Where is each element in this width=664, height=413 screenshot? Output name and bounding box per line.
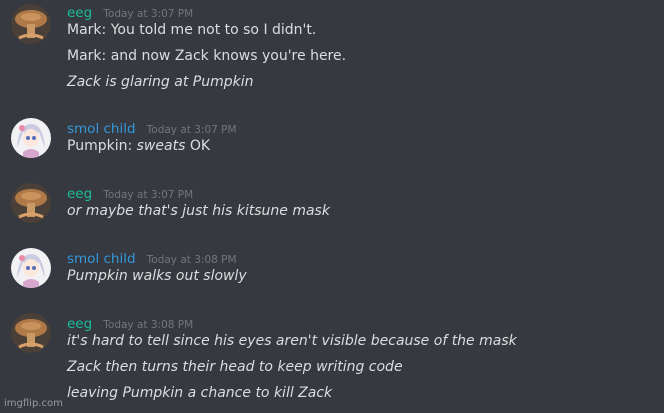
username[interactable]: eeg [67, 5, 92, 21]
user-avatar[interactable] [11, 248, 51, 288]
message-header: smol child Today at 3:07 PM [67, 118, 237, 137]
timestamp: Today at 3:07 PM [103, 8, 194, 20]
timestamp: Today at 3:08 PM [103, 319, 194, 331]
message-header: eeg Today at 3:08 PM [67, 313, 194, 332]
username[interactable]: smol child [67, 251, 136, 267]
message-header: eeg Today at 3:07 PM [67, 183, 194, 202]
user-avatar[interactable] [11, 183, 51, 223]
message-text: Pumpkin: sweats OK [67, 138, 211, 154]
message-text: Zack is glaring at Pumpkin [67, 74, 254, 90]
mushroom-avatar-icon [11, 313, 51, 353]
timestamp: Today at 3:07 PM [146, 124, 237, 136]
timestamp: Today at 3:08 PM [146, 254, 237, 266]
message-header: smol child Today at 3:08 PM [67, 248, 237, 267]
message-text: leaving Pumpkin a chance to kill Zack [67, 385, 333, 401]
user-avatar[interactable] [11, 313, 51, 353]
user-avatar[interactable] [11, 118, 51, 158]
message-text: Mark: and now Zack knows you're here. [67, 48, 347, 64]
username[interactable]: smol child [67, 121, 136, 137]
message-text: it's hard to tell since his eyes aren't … [67, 333, 517, 349]
message-text: Pumpkin walks out slowly [67, 268, 247, 284]
message-text: or maybe that's just his kitsune mask [67, 203, 330, 219]
mushroom-avatar-icon [11, 183, 51, 223]
message-header: eeg Today at 3:07 PM [67, 2, 194, 21]
anime-girl-avatar-icon [11, 118, 51, 158]
timestamp: Today at 3:07 PM [103, 189, 194, 201]
user-avatar[interactable] [11, 4, 51, 44]
message-text: Mark: You told me not to so I didn't. [67, 22, 317, 38]
username[interactable]: eeg [67, 186, 92, 202]
message-text: Zack then turns their head to keep writi… [67, 359, 403, 375]
anime-girl-avatar-icon [11, 248, 51, 288]
imgflip-watermark: imgflip.com [4, 398, 63, 409]
username[interactable]: eeg [67, 316, 92, 332]
mushroom-avatar-icon [11, 4, 51, 44]
